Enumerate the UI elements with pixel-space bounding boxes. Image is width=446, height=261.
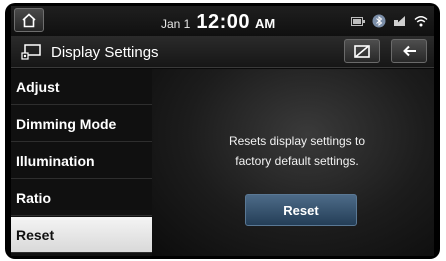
- status-bar: Jan 1 12:00 AM: [11, 6, 434, 36]
- settings-sidebar: Adjust Dimming Mode Illumination Ratio R…: [11, 69, 152, 256]
- page-title: Display Settings: [51, 44, 159, 61]
- time-label: 12:00: [196, 11, 251, 33]
- phone-battery-icon: [351, 16, 365, 26]
- home-icon: [22, 12, 36, 27]
- clock: Jan 1 12:00 AM: [161, 11, 275, 34]
- status-icons: [351, 14, 428, 28]
- reset-panel: Resets display settings to factory defau…: [152, 69, 434, 256]
- reset-button[interactable]: Reset: [245, 194, 357, 226]
- sidebar-item-illumination[interactable]: Illumination: [11, 143, 152, 179]
- bluetooth-icon: [372, 14, 386, 28]
- screen-off-icon: [354, 44, 370, 58]
- date-label: Jan 1: [161, 17, 191, 31]
- back-arrow-icon: [402, 45, 416, 57]
- reset-description: Resets display settings to factory defau…: [172, 131, 422, 171]
- infotainment-screen: Jan 1 12:00 AM Display Settings Adjust D…: [11, 6, 434, 256]
- cellular-signal-icon: [394, 16, 405, 26]
- description-line-2: factory default settings.: [235, 154, 359, 168]
- ampm-label: AM: [255, 16, 276, 31]
- home-button[interactable]: [14, 8, 44, 32]
- title-bar: Display Settings: [11, 36, 434, 68]
- sidebar-item-adjust[interactable]: Adjust: [11, 69, 152, 105]
- sidebar-item-dimming-mode[interactable]: Dimming Mode: [11, 106, 152, 142]
- description-line-1: Resets display settings to: [228, 134, 366, 148]
- back-button[interactable]: [391, 39, 427, 63]
- sidebar-item-reset[interactable]: Reset: [11, 217, 152, 253]
- wifi-icon: [414, 16, 428, 27]
- display-settings-icon: [21, 44, 41, 60]
- sidebar-item-ratio[interactable]: Ratio: [11, 180, 152, 216]
- screen-off-button[interactable]: [344, 39, 380, 63]
